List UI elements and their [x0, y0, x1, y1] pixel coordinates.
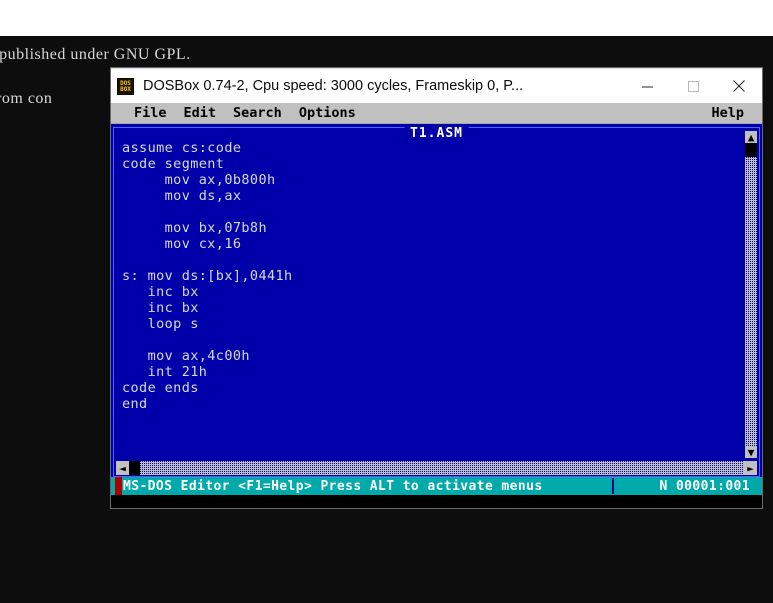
maximize-button[interactable] — [670, 70, 716, 103]
desktop-text-line-1: eam, published under GNU GPL. — [0, 46, 191, 63]
minimize-button[interactable] — [624, 70, 670, 103]
cursor-position-indicator: N 00001:001 — [659, 478, 750, 494]
window-title: DOSBox 0.74-2, Cpu speed: 3000 cycles, F… — [143, 78, 524, 94]
horizontal-scroll-thumb[interactable] — [129, 461, 140, 475]
scroll-right-arrow-icon[interactable]: ► — [744, 461, 757, 475]
vertical-scroll-thumb[interactable] — [745, 143, 757, 157]
status-cursor-block — [115, 477, 122, 495]
editor-frame: T1.ASM assume cs:code code segment mov a… — [113, 126, 760, 477]
status-separator — [612, 478, 614, 494]
code-text[interactable]: assume cs:code code segment mov ax,0b800… — [122, 140, 737, 460]
menu-item-edit[interactable]: Edit — [184, 105, 217, 121]
window-titlebar[interactable]: DOS BOX DOSBox 0.74-2, Cpu speed: 3000 c… — [111, 68, 762, 103]
menu-item-help[interactable]: Help — [711, 105, 744, 121]
editor-area: T1.ASM assume cs:code code segment mov a… — [111, 124, 762, 477]
desktop-top-band — [0, 0, 773, 36]
close-icon — [732, 79, 746, 93]
menu-bar: File Edit Search Options Help — [111, 103, 762, 124]
minimize-icon — [641, 80, 654, 93]
status-hint-text: MS-DOS Editor <F1=Help> Press ALT to act… — [123, 478, 543, 494]
vertical-scroll-track[interactable] — [745, 143, 757, 446]
close-button[interactable] — [716, 70, 762, 103]
dosbox-window: DOS BOX DOSBox 0.74-2, Cpu speed: 3000 c… — [111, 68, 762, 508]
menu-item-search[interactable]: Search — [233, 105, 282, 121]
vertical-scrollbar[interactable]: ▲ ▼ — [745, 131, 757, 458]
document-title-tab: T1.ASM — [404, 126, 469, 141]
dosbox-icon: DOS BOX — [117, 77, 134, 95]
scroll-down-arrow-icon[interactable]: ▼ — [745, 446, 757, 458]
scroll-up-arrow-icon[interactable]: ▲ — [745, 131, 757, 143]
menu-item-options[interactable]: Options — [299, 105, 356, 121]
dosbox-icon-line-2: BOX — [120, 85, 131, 93]
maximize-icon — [687, 80, 700, 93]
menu-item-file[interactable]: File — [134, 105, 167, 121]
horizontal-scrollbar[interactable]: ◄ ► — [116, 461, 757, 475]
desktop-text-line-2: ngs from con — [0, 90, 53, 107]
status-bar: MS-DOS Editor <F1=Help> Press ALT to act… — [111, 477, 762, 495]
horizontal-scroll-track[interactable] — [129, 461, 744, 475]
scroll-left-arrow-icon[interactable]: ◄ — [116, 461, 129, 475]
